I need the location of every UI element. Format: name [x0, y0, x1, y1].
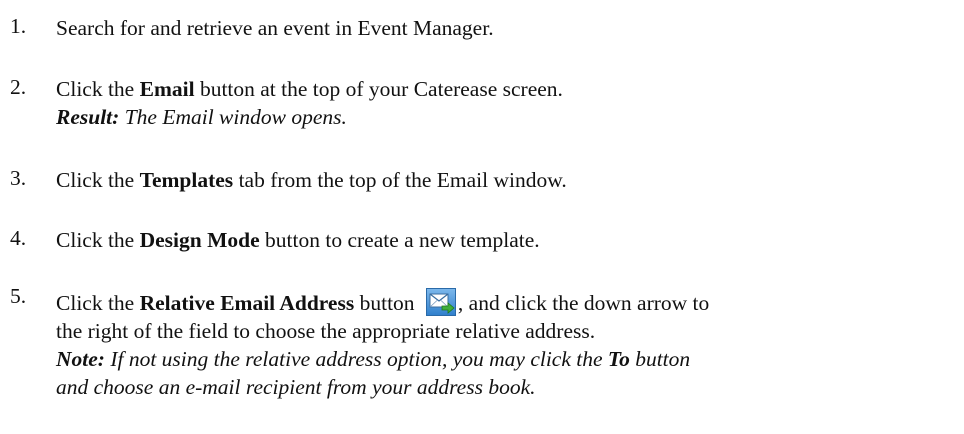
step-number: 2. — [10, 75, 27, 99]
step-line: Click the Email button at the top of you… — [56, 77, 563, 101]
step-text: Search for and retrieve an event in Even… — [56, 14, 956, 42]
step-line: Click the Relative Email Address button — [56, 288, 956, 317]
note-line-2: and choose an e-mail recipient from your… — [56, 375, 536, 399]
templates-tab-name: Templates — [139, 168, 234, 192]
step-number: 3. — [10, 166, 27, 190]
step-number: 4. — [10, 226, 27, 250]
design-mode-button-name: Design Mode — [139, 228, 260, 252]
step-number: 1. — [10, 14, 27, 38]
step-text: Click the Email button at the top of you… — [56, 75, 956, 131]
result-line: Result: The Email window opens. — [56, 103, 956, 131]
step-line: Search for and retrieve an event in Even… — [56, 16, 494, 40]
step-text: Click the Templates tab from the top of … — [56, 166, 956, 194]
result-label: Result: — [56, 105, 120, 129]
step-line: Click the Design Mode button to create a… — [56, 228, 540, 252]
result-text: The Email window opens. — [119, 105, 347, 129]
note-label: Note: — [56, 347, 105, 371]
step-text: Click the Relative Email Address button — [56, 288, 956, 401]
relative-email-address-icon — [425, 288, 456, 316]
to-button-name: To — [607, 347, 630, 371]
relative-email-address-button-name: Relative Email Address — [139, 291, 355, 315]
step-line-2: the right of the field to choose the app… — [56, 319, 596, 343]
step-number: 5. — [10, 284, 27, 308]
email-button-name: Email — [139, 77, 195, 101]
step-line: Click the Templates tab from the top of … — [56, 168, 567, 192]
step-text: Click the Design Mode button to create a… — [56, 226, 956, 254]
note-line: Note: If not using the relative address … — [56, 347, 691, 371]
